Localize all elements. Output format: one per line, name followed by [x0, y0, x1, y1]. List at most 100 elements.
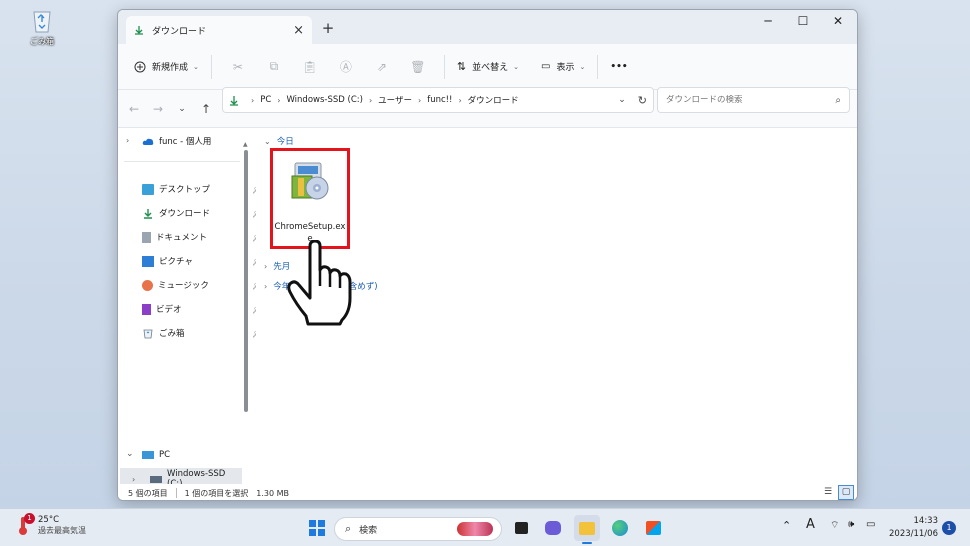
status-bar: 5 個の項目 1 個の項目を選択 1.30 MB — [118, 484, 857, 500]
copy-icon[interactable]: ⧉ — [256, 52, 292, 82]
recent-locations-chevron-icon[interactable]: ⌄ — [170, 104, 194, 114]
start-button[interactable] — [304, 515, 330, 541]
notification-badge[interactable]: 1 — [942, 521, 956, 535]
more-options-button[interactable]: ••• — [606, 52, 631, 82]
sidebar-item-label: ダウンロード — [159, 209, 211, 219]
new-button[interactable]: 新規作成 ⌄ — [130, 52, 203, 82]
weather-alert-badge: 1 — [24, 513, 35, 524]
pictures-folder-icon — [142, 255, 154, 267]
breadcrumb-downloads[interactable]: ダウンロード — [468, 94, 519, 106]
breadcrumb-pc[interactable]: PC — [260, 95, 271, 105]
breadcrumb-users[interactable]: ユーザー — [378, 94, 412, 106]
sidebar-item-label: PC — [159, 450, 171, 460]
collapse-chevron-icon[interactable]: ⌄ — [126, 449, 134, 459]
delete-icon[interactable]: 🗑︎ — [400, 52, 436, 82]
item-count: 5 個の項目 — [128, 488, 168, 498]
search-input[interactable] — [666, 95, 836, 105]
chevron-down-icon: ⌄ — [264, 136, 271, 146]
chevron-right-icon: › — [264, 261, 268, 271]
sidebar-scrollbar[interactable] — [244, 150, 248, 412]
chat-icon — [545, 521, 561, 535]
edge-browser-button[interactable] — [607, 515, 633, 541]
show-hidden-icons-chevron-icon[interactable]: ⌃ — [782, 519, 791, 532]
weather-widget[interactable]: 1 25°C 過去最高気温 — [16, 513, 86, 536]
task-view-button[interactable] — [508, 515, 534, 541]
installer-file-icon — [291, 162, 329, 200]
chevron-right-icon: › — [418, 95, 422, 105]
up-arrow-icon[interactable]: ↑ — [194, 102, 218, 116]
forward-arrow-icon[interactable]: → — [146, 102, 170, 116]
edge-icon — [612, 520, 628, 536]
pointing-hand-cursor-icon — [287, 240, 352, 326]
new-button-label: 新規作成 — [152, 63, 189, 73]
sidebar-item-label: ドキュメント — [156, 233, 208, 243]
sidebar-item-label: ミュージック — [158, 281, 209, 291]
address-history-chevron-icon[interactable]: ⌄ — [618, 95, 626, 105]
desktop-recycle-bin[interactable]: ごみ箱 — [22, 6, 62, 47]
expand-chevron-icon[interactable]: › — [126, 136, 129, 145]
minimize-button[interactable]: ─ — [748, 10, 788, 36]
search-icon: ⌕ — [345, 522, 352, 535]
maximize-button[interactable]: ☐ — [783, 10, 823, 36]
file-explorer-taskbar-button[interactable] — [574, 515, 600, 544]
windows-logo-icon — [309, 520, 325, 536]
tab-title: ダウンロード — [152, 26, 207, 37]
file-item-chromesetup[interactable]: ChromeSetup.ex e — [270, 148, 350, 249]
add-circle-icon — [134, 61, 146, 72]
scroll-up-icon[interactable]: ▲ — [243, 141, 248, 148]
cut-icon[interactable]: ✂ — [220, 52, 256, 82]
taskbar-search[interactable]: ⌕ 検索 — [334, 517, 502, 541]
ime-indicator[interactable]: A — [806, 517, 815, 532]
new-tab-button[interactable]: + — [318, 18, 338, 38]
weather-description: 過去最高気温 — [38, 525, 86, 535]
selected-size: 1.30 MB — [256, 488, 290, 498]
breadcrumb-drive[interactable]: Windows-SSD (C:) — [286, 95, 362, 105]
sort-icon: ⇅ — [456, 60, 467, 73]
back-arrow-icon[interactable]: ← — [122, 102, 146, 116]
search-box[interactable]: ⌕ — [657, 87, 850, 113]
sort-button[interactable]: ⇅ 並べ替え ⌄ — [453, 52, 523, 82]
share-icon[interactable]: ⇗ — [364, 52, 400, 82]
desktop-folder-icon — [142, 183, 154, 195]
file-explorer-window: ダウンロード × + ─ ☐ ✕ 新規作成 ⌄ ✂ ⧉ 📋︎ Ⓐ ⇗ 🗑︎ ⇅ … — [117, 9, 858, 501]
store-button[interactable] — [640, 515, 666, 541]
expand-chevron-icon[interactable]: › — [132, 475, 135, 484]
sort-button-label: 並べ替え — [472, 63, 509, 73]
tab-downloads[interactable]: ダウンロード × — [126, 16, 312, 44]
divider — [175, 488, 177, 498]
volume-icon[interactable]: 🕪︎ — [848, 519, 854, 530]
divider — [124, 161, 240, 162]
view-button-label: 表示 — [556, 63, 575, 73]
recycle-bin-icon — [29, 6, 55, 34]
address-bar[interactable]: › PC › Windows-SSD (C:) › ユーザー › func!! … — [222, 87, 654, 113]
weather-temperature: 25°C — [38, 514, 60, 525]
onedrive-cloud-icon — [142, 138, 154, 145]
selected-count: 1 個の項目を選択 — [184, 488, 249, 498]
view-button[interactable]: ▭ 表示 ⌄ — [537, 52, 589, 82]
details-view-icon[interactable]: ☰ — [820, 485, 836, 500]
view-icon: ▭ — [541, 61, 551, 72]
rename-icon[interactable]: Ⓐ — [328, 52, 364, 82]
divider — [597, 54, 599, 79]
group-label: 今日 — [276, 137, 294, 147]
navigation-pane: › func - 個人用 デスクトップ 📌︎ ダウンロード 📌︎ ドキュメント … — [118, 129, 262, 490]
tab-close-icon[interactable]: × — [293, 23, 304, 38]
music-folder-icon — [142, 279, 153, 291]
battery-icon[interactable]: ▭ — [866, 519, 875, 530]
chat-app-button[interactable] — [540, 515, 566, 541]
sidebar-item-pc[interactable]: PC — [142, 444, 264, 466]
search-icon[interactable]: ⌕ — [835, 95, 841, 106]
clock[interactable]: 14:33 2023/11/06 — [884, 515, 938, 541]
wifi-icon[interactable]: ⌔ — [830, 519, 839, 532]
pc-icon — [142, 451, 154, 459]
more-options-icon: ••• — [610, 61, 628, 72]
command-bar: 新規作成 ⌄ ✂ ⧉ 📋︎ Ⓐ ⇗ 🗑︎ ⇅ 並べ替え ⌄ ▭ 表示 ⌄ ••• — [118, 44, 857, 90]
refresh-icon[interactable]: ↻ — [638, 94, 647, 107]
group-today[interactable]: ⌄ 今日 — [264, 135, 294, 148]
chevron-down-icon: ⌄ — [579, 62, 586, 71]
large-icons-view-icon[interactable]: ▢ — [838, 485, 854, 500]
breadcrumb-user[interactable]: func!! — [427, 95, 452, 105]
paste-icon[interactable]: 📋︎ — [292, 52, 328, 82]
close-window-button[interactable]: ✕ — [818, 10, 857, 36]
drive-icon — [150, 475, 162, 483]
